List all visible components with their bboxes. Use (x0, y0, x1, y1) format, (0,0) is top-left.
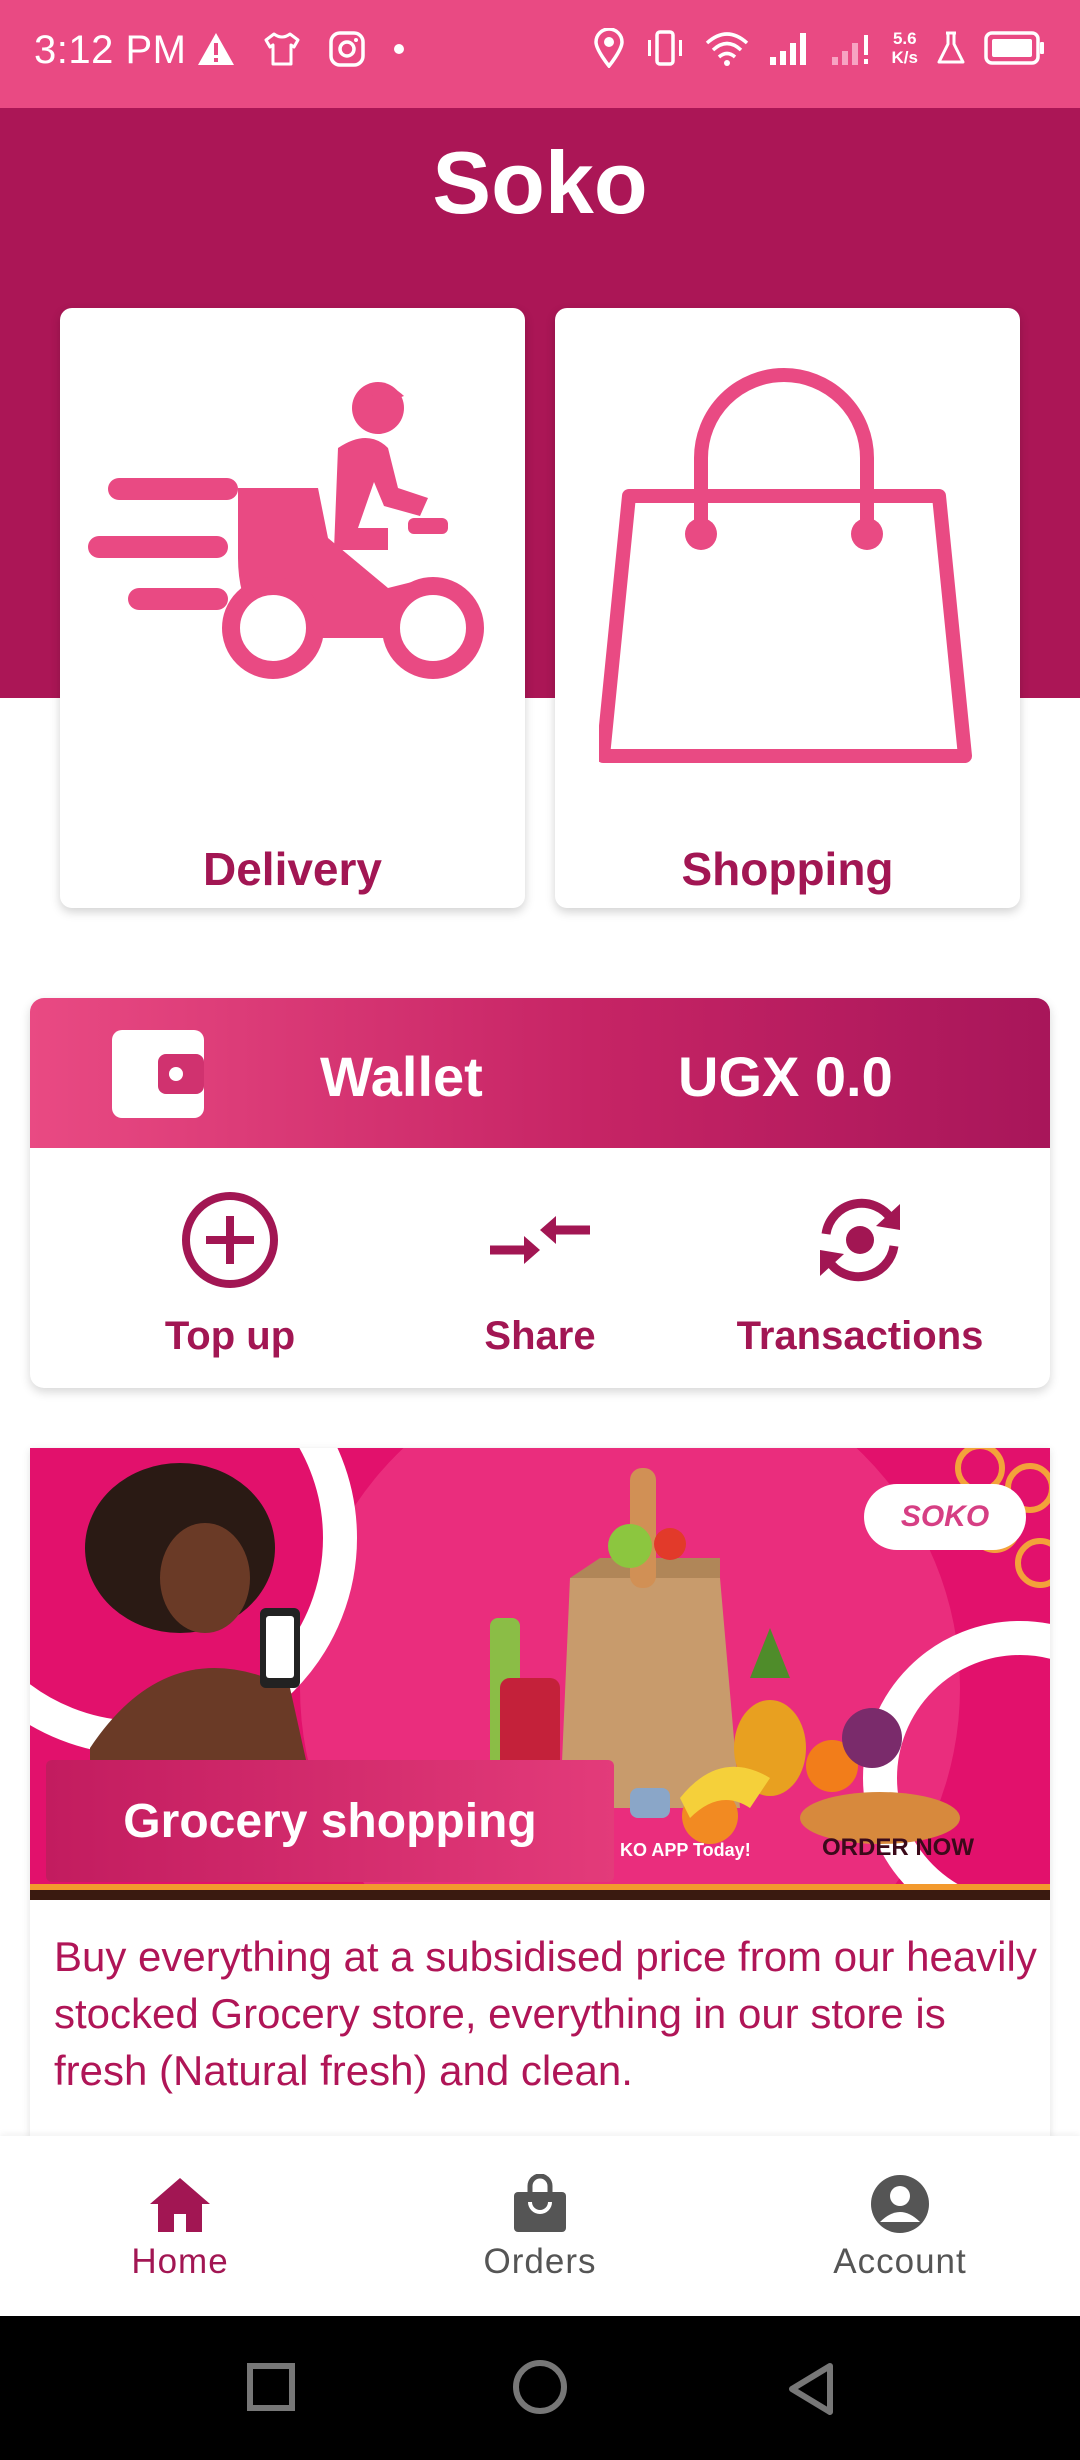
grocery-shopping-label: Grocery shopping (46, 1760, 614, 1882)
wallet-header[interactable]: Wallet UGX 0.0 (30, 998, 1050, 1148)
battery-icon (984, 31, 1044, 65)
orders-bag-icon (514, 2174, 566, 2232)
share-button[interactable]: Share (390, 1188, 690, 1359)
status-right-icons: 5.6 K/s (592, 28, 1046, 68)
transactions-label: Transactions (736, 1314, 984, 1358)
dot-icon (394, 44, 404, 54)
share-label: Share (484, 1314, 596, 1358)
instagram-icon (329, 31, 365, 67)
app-title: Soko (432, 133, 648, 232)
wallet-card: Wallet UGX 0.0 Top up Share Transactions (30, 998, 1050, 1388)
wallet-label: Wallet (320, 1045, 483, 1108)
nav-orders[interactable]: Orders (390, 2174, 690, 2282)
account-circle-icon (871, 2175, 929, 2233)
top-up-button[interactable]: Top up (80, 1188, 380, 1359)
scooter-icon (88, 382, 484, 679)
location-icon (593, 28, 624, 68)
vibrate-icon (647, 30, 682, 66)
signal-icon (769, 33, 806, 65)
home-icon (150, 2178, 210, 2232)
nav-account[interactable]: Account (750, 2174, 1050, 2282)
network-speed: 5.6 K/s (891, 29, 918, 67)
back-button[interactable] (786, 2362, 836, 2416)
status-left-icons (196, 30, 406, 68)
promo-card[interactable]: SOKO Grocery shopping KO APP Today! ORDE… (30, 1448, 1050, 2138)
lab-icon (937, 31, 965, 64)
transfer-arrows-icon (490, 1216, 590, 1264)
status-bar: 3:12 PM 5.6 K/s (0, 0, 1080, 108)
recents-button[interactable] (246, 2362, 296, 2412)
shopping-label: Shopping (681, 843, 894, 895)
delivery-card[interactable]: Delivery (60, 308, 525, 908)
status-time: 3:12 PM (34, 28, 187, 72)
promo-description: Buy everything at a subsidised price fro… (54, 1933, 1037, 2094)
grocery-banner[interactable]: SOKO Grocery shopping KO APP Today! ORDE… (30, 1448, 1050, 1900)
nav-orders-label: Orders (483, 2242, 597, 2281)
delivery-label: Delivery (202, 843, 382, 895)
tshirt-icon (264, 32, 300, 66)
home-button[interactable] (512, 2359, 568, 2415)
add-circle-icon (182, 1192, 278, 1288)
signal-alert-icon (831, 35, 868, 65)
shopping-card[interactable]: Shopping (555, 308, 1020, 908)
transactions-button[interactable]: Transactions (710, 1188, 1010, 1359)
system-navigation-bar (0, 2316, 1080, 2460)
shopping-bag-icon (599, 368, 972, 763)
nav-home-label: Home (131, 2242, 229, 2281)
nav-account-label: Account (833, 2242, 967, 2281)
top-up-label: Top up (164, 1314, 296, 1358)
banner-order-text: ORDER NOW (822, 1834, 974, 1861)
wallet-icon (112, 1030, 204, 1118)
bottom-navigation: Home Orders Account (0, 2136, 1080, 2316)
soko-logo: SOKO (864, 1484, 1026, 1550)
nav-home[interactable]: Home (30, 2174, 330, 2282)
banner-app-text: KO APP Today! (620, 1840, 751, 1860)
wallet-balance: UGX 0.0 (678, 1045, 893, 1108)
warning-icon (198, 33, 234, 65)
sync-icon (820, 1198, 900, 1282)
wifi-icon (705, 32, 748, 66)
